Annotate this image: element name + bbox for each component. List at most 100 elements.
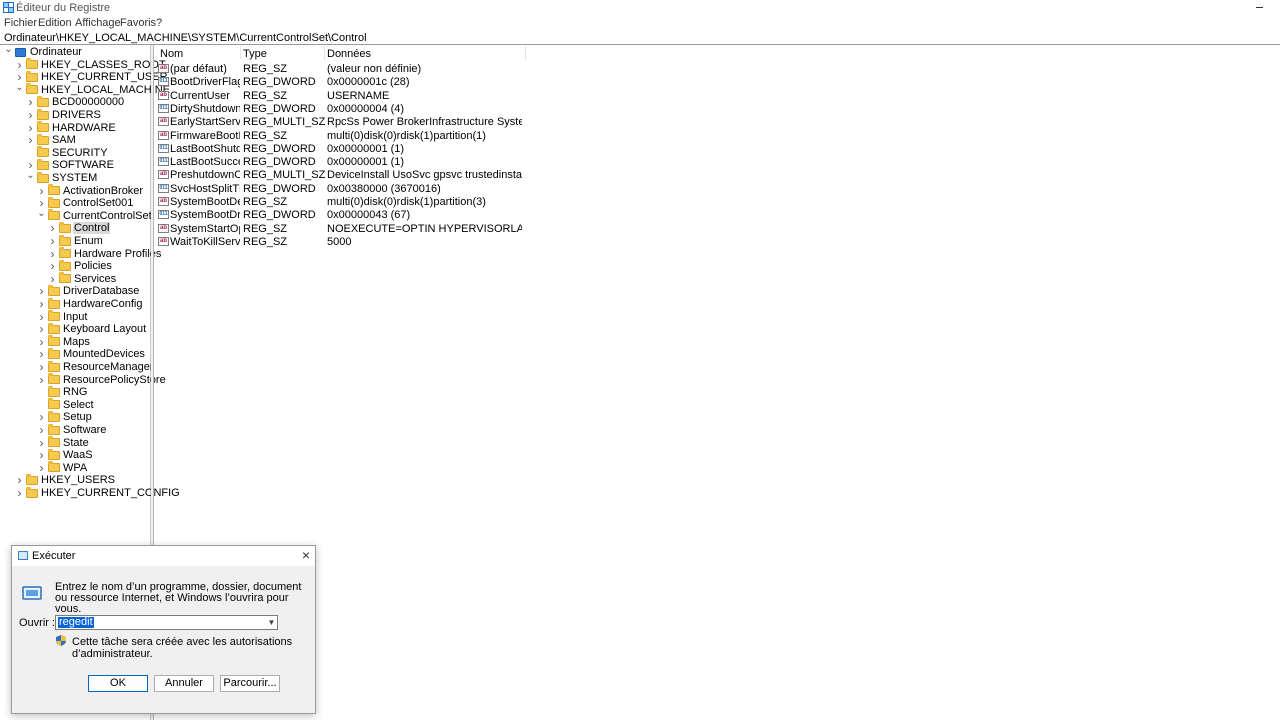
- tree-node-label[interactable]: MountedDevices: [62, 348, 146, 360]
- tree-node-label[interactable]: HARDWARE: [51, 122, 117, 134]
- chevron-right-icon[interactable]: ›: [37, 436, 46, 450]
- tree-node[interactable]: SECURITY: [26, 146, 109, 159]
- chevron-right-icon[interactable]: ›: [37, 373, 46, 387]
- tree-node[interactable]: › SAM: [26, 133, 77, 147]
- column-divider[interactable]: [324, 46, 325, 60]
- tree-node-label[interactable]: HKEY_USERS: [40, 474, 116, 486]
- browse-button[interactable]: Parcourir...: [220, 675, 280, 692]
- tree-node-label[interactable]: WaaS: [62, 449, 94, 461]
- tree-node[interactable]: ⌄ SYSTEM: [26, 170, 98, 184]
- tree-node[interactable]: › Input: [37, 310, 88, 324]
- chevron-right-icon[interactable]: ›: [26, 95, 35, 109]
- tree-node-label[interactable]: RNG: [62, 386, 88, 398]
- tree-node[interactable]: › DriverDatabase: [37, 284, 140, 298]
- chevron-right-icon[interactable]: ›: [15, 70, 24, 84]
- tree-node-label[interactable]: Services: [73, 273, 117, 285]
- tree-node[interactable]: › Control: [48, 221, 111, 235]
- tree-node-label[interactable]: Control: [73, 222, 111, 235]
- chevron-right-icon[interactable]: ›: [37, 196, 46, 210]
- value-row[interactable]: 011SvcHostSplitThr...REG_DWORD 0x00380000…: [155, 183, 535, 196]
- chevron-right-icon[interactable]: ›: [37, 297, 46, 311]
- tree-node[interactable]: ⌄ CurrentControlSet: [37, 208, 153, 222]
- chevron-right-icon[interactable]: ›: [26, 121, 35, 135]
- tree-node[interactable]: › State: [37, 436, 90, 450]
- value-row[interactable]: 011BootDriverFlagsREG_DWORD 0x0000001c (2…: [155, 76, 535, 89]
- tree-node-label[interactable]: HKEY_CLASSES_ROOT: [40, 59, 167, 71]
- tree-node[interactable]: › SOFTWARE: [26, 158, 115, 172]
- tree-node-label[interactable]: Keyboard Layout: [62, 323, 147, 335]
- tree-node[interactable]: › ResourcePolicyStore: [37, 373, 167, 387]
- column-divider[interactable]: [240, 46, 241, 60]
- chevron-right-icon[interactable]: ›: [26, 133, 35, 147]
- open-combobox[interactable]: regedit ▼: [55, 615, 278, 630]
- tree-node[interactable]: › Setup: [37, 410, 93, 424]
- chevron-down-icon[interactable]: ⌄: [26, 170, 35, 181]
- tree-node-label[interactable]: Select: [62, 399, 95, 411]
- tree-node-label[interactable]: State: [62, 437, 90, 449]
- tree-node-label[interactable]: Hardware Profiles: [73, 248, 162, 260]
- chevron-right-icon[interactable]: ›: [37, 184, 46, 198]
- chevron-right-icon[interactable]: ›: [37, 423, 46, 437]
- chevron-right-icon[interactable]: ›: [37, 322, 46, 336]
- tree-node-label[interactable]: Software: [62, 424, 107, 436]
- chevron-right-icon[interactable]: ›: [15, 58, 24, 72]
- tree-node-label[interactable]: Maps: [62, 336, 91, 348]
- tree-node[interactable]: RNG: [37, 385, 88, 398]
- tree-node[interactable]: ⌄ HKEY_LOCAL_MACHINE: [15, 82, 171, 96]
- tree-node-label[interactable]: SAM: [51, 134, 77, 146]
- tree-node[interactable]: › BCD00000000: [26, 95, 125, 109]
- tree-node-label[interactable]: SOFTWARE: [51, 159, 115, 171]
- chevron-right-icon[interactable]: ›: [48, 272, 57, 286]
- chevron-right-icon[interactable]: ›: [37, 335, 46, 349]
- tree-node[interactable]: › HARDWARE: [26, 121, 117, 135]
- menu-edition[interactable]: Edition: [38, 17, 72, 29]
- tree-node-label[interactable]: ActivationBroker: [62, 185, 144, 197]
- value-row[interactable]: 011SystemBootDriv...REG_DWORD 0x00000043 …: [155, 209, 535, 222]
- chevron-right-icon[interactable]: ›: [15, 486, 24, 500]
- chevron-right-icon[interactable]: ›: [26, 158, 35, 172]
- chevron-right-icon[interactable]: ›: [37, 448, 46, 462]
- tree-node[interactable]: › ControlSet001: [37, 196, 134, 210]
- tree-node[interactable]: › Enum: [48, 234, 104, 248]
- tree-node[interactable]: › WaaS: [37, 448, 94, 462]
- chevron-right-icon[interactable]: ›: [48, 247, 57, 261]
- tree-node-label[interactable]: Policies: [73, 260, 113, 272]
- menu-help[interactable]: ?: [156, 17, 162, 29]
- value-row[interactable]: abEarlyStartServicesREG_MULTI_SZRpcSs Po…: [155, 116, 535, 129]
- tree-node[interactable]: Select: [37, 398, 95, 411]
- tree-node-label[interactable]: HardwareConfig: [62, 298, 143, 310]
- address-bar[interactable]: Ordinateur\HKEY_LOCAL_MACHINE\SYSTEM\Cur…: [0, 31, 1280, 45]
- tree-node-label[interactable]: ControlSet001: [62, 197, 134, 209]
- tree-node[interactable]: › Keyboard Layout: [37, 322, 147, 336]
- value-row[interactable]: abFirmwareBootD...REG_SZ multi(0)disk(0)r…: [155, 130, 535, 143]
- tree-node-label[interactable]: SYSTEM: [51, 172, 98, 184]
- chevron-right-icon[interactable]: ›: [26, 108, 35, 122]
- column-header-type[interactable]: Type: [243, 48, 267, 60]
- chevron-down-icon[interactable]: ⌄: [4, 44, 13, 55]
- chevron-right-icon[interactable]: ›: [37, 284, 46, 298]
- tree-node-label[interactable]: WPA: [62, 462, 88, 474]
- column-divider[interactable]: [525, 46, 526, 60]
- value-row[interactable]: abPreshutdownOr...REG_MULTI_SZDeviceInst…: [155, 169, 535, 182]
- tree-node-label[interactable]: CurrentControlSet: [62, 210, 153, 222]
- tree-node[interactable]: › HKEY_USERS: [15, 473, 116, 487]
- tree-node-label[interactable]: HKEY_CURRENT_USER: [40, 71, 169, 83]
- menu-fichier[interactable]: Fichier: [4, 17, 37, 29]
- tree-node[interactable]: › HKEY_CLASSES_ROOT: [15, 58, 167, 72]
- tree-node-label[interactable]: Setup: [62, 411, 93, 423]
- chevron-right-icon[interactable]: ›: [15, 473, 24, 487]
- open-input-value[interactable]: regedit: [58, 617, 94, 628]
- chevron-right-icon[interactable]: ›: [37, 310, 46, 324]
- tree-node[interactable]: › MountedDevices: [37, 347, 146, 361]
- tree-node-label[interactable]: BCD00000000: [51, 96, 125, 108]
- tree-node[interactable]: › Services: [48, 272, 117, 286]
- chevron-right-icon[interactable]: ›: [37, 410, 46, 424]
- tree-node-label[interactable]: Enum: [73, 235, 104, 247]
- chevron-right-icon[interactable]: ›: [37, 347, 46, 361]
- tree-node-label[interactable]: Ordinateur: [29, 46, 83, 58]
- tree-node-label[interactable]: DRIVERS: [51, 109, 102, 121]
- value-row[interactable]: abSystemStartOpti...REG_SZ NOEXECUTE=OPT…: [155, 223, 535, 236]
- tree-node[interactable]: › ResourceManager: [37, 360, 155, 374]
- column-header-name[interactable]: Nom: [160, 48, 183, 60]
- tree-node[interactable]: › Software: [37, 423, 107, 437]
